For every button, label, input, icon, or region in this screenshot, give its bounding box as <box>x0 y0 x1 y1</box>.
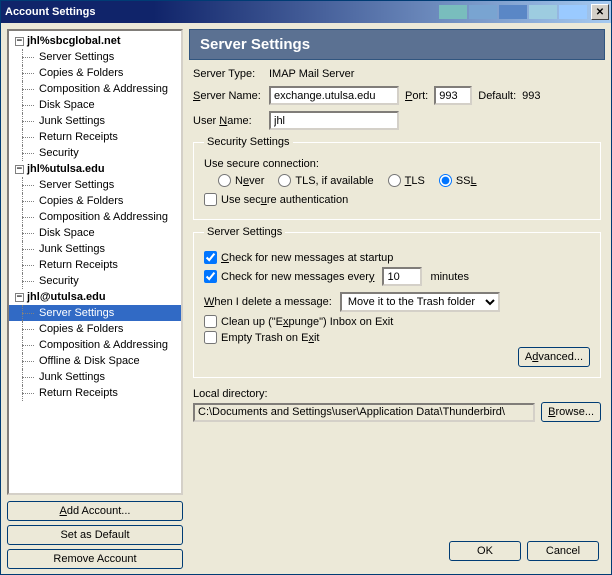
check-startup-checkbox[interactable]: Check for new messages at startup <box>204 251 393 264</box>
tree-item[interactable]: Copies & Folders <box>9 193 181 209</box>
tree-item[interactable]: Server Settings <box>9 305 181 321</box>
tree-item[interactable]: Composition & Addressing <box>9 209 181 225</box>
tree-account[interactable]: −jhl%utulsa.edu <box>9 161 181 177</box>
tree-item[interactable]: Disk Space <box>9 225 181 241</box>
tree-item[interactable]: Server Settings <box>9 49 181 65</box>
tree-item[interactable]: Return Receipts <box>9 257 181 273</box>
secure-tls-if-radio[interactable]: TLS, if available <box>278 174 373 187</box>
collapse-icon[interactable]: − <box>15 293 24 302</box>
server-type-label: Server Type: <box>193 68 263 80</box>
server-name-label: Server Name: <box>193 90 263 102</box>
set-default-button[interactable]: Set as Default <box>7 525 183 545</box>
server-name-input[interactable] <box>269 86 399 105</box>
tree-account-label: jhl%utulsa.edu <box>27 163 105 175</box>
cancel-button[interactable]: Cancel <box>527 541 599 561</box>
secure-tls-radio[interactable]: TLS <box>388 174 425 187</box>
port-label: Port: <box>405 90 428 102</box>
ok-button[interactable]: OK <box>449 541 521 561</box>
tree-item[interactable]: Junk Settings <box>9 241 181 257</box>
security-legend: Security Settings <box>204 136 293 148</box>
tree-item[interactable]: Copies & Folders <box>9 321 181 337</box>
add-account-button[interactable]: Add Account... <box>7 501 183 521</box>
local-directory-label: Local directory: <box>193 388 601 400</box>
browse-button[interactable]: Browse... <box>541 402 601 422</box>
default-port-value: 993 <box>522 90 540 102</box>
collapse-icon[interactable]: − <box>15 37 24 46</box>
tree-account-label: jhl%sbcglobal.net <box>27 35 121 47</box>
tree-item[interactable]: Security <box>9 145 181 161</box>
tree-account-label: jhl@utulsa.edu <box>27 291 106 303</box>
tree-item[interactable]: Junk Settings <box>9 369 181 385</box>
delete-label: When I delete a message: <box>204 296 332 308</box>
check-interval-input[interactable] <box>382 267 422 286</box>
page-title: Server Settings <box>189 29 605 60</box>
titlebar: Account Settings ✕ <box>1 1 611 23</box>
user-name-input[interactable] <box>269 111 399 130</box>
advanced-button[interactable]: Advanced... <box>518 347 590 367</box>
tree-item[interactable]: Server Settings <box>9 177 181 193</box>
titlebar-decoration <box>439 5 587 19</box>
server-type-value: IMAP Mail Server <box>269 68 354 80</box>
tree-account[interactable]: −jhl@utulsa.edu <box>9 289 181 305</box>
check-interval-checkbox[interactable]: Check for new messages every <box>204 270 374 283</box>
minutes-label: minutes <box>430 271 469 283</box>
local-directory-input <box>193 403 535 422</box>
secure-never-radio[interactable]: Never <box>218 174 264 187</box>
use-secure-label: Use secure connection: <box>204 158 590 170</box>
remove-account-button[interactable]: Remove Account <box>7 549 183 569</box>
tree-item[interactable]: Offline & Disk Space <box>9 353 181 369</box>
empty-trash-checkbox[interactable]: Empty Trash on Exit <box>204 331 319 344</box>
security-settings-group: Security Settings Use secure connection:… <box>193 136 601 220</box>
account-tree: −jhl%sbcglobal.netServer SettingsCopies … <box>7 29 183 495</box>
tree-item[interactable]: Security <box>9 273 181 289</box>
tree-item[interactable]: Composition & Addressing <box>9 337 181 353</box>
tree-account[interactable]: −jhl%sbcglobal.net <box>9 33 181 49</box>
server-settings-group: Server Settings Check for new messages a… <box>193 226 601 378</box>
secure-ssl-radio[interactable]: SSL <box>439 174 477 187</box>
tree-item[interactable]: Copies & Folders <box>9 65 181 81</box>
tree-item[interactable]: Junk Settings <box>9 113 181 129</box>
cleanup-checkbox[interactable]: Clean up ("Expunge") Inbox on Exit <box>204 315 393 328</box>
tree-item[interactable]: Composition & Addressing <box>9 81 181 97</box>
collapse-icon[interactable]: − <box>15 165 24 174</box>
delete-action-select[interactable]: Move it to the Trash folder <box>340 292 500 312</box>
tree-item[interactable]: Disk Space <box>9 97 181 113</box>
tree-item[interactable]: Return Receipts <box>9 385 181 401</box>
close-icon[interactable]: ✕ <box>591 4 609 20</box>
server-settings-legend: Server Settings <box>204 226 285 238</box>
port-input[interactable] <box>434 86 472 105</box>
default-port-label: Default: <box>478 90 516 102</box>
secure-auth-checkbox[interactable]: Use secure authentication <box>204 193 348 206</box>
window-title: Account Settings <box>5 6 95 18</box>
user-name-label: User Name: <box>193 115 263 127</box>
tree-item[interactable]: Return Receipts <box>9 129 181 145</box>
